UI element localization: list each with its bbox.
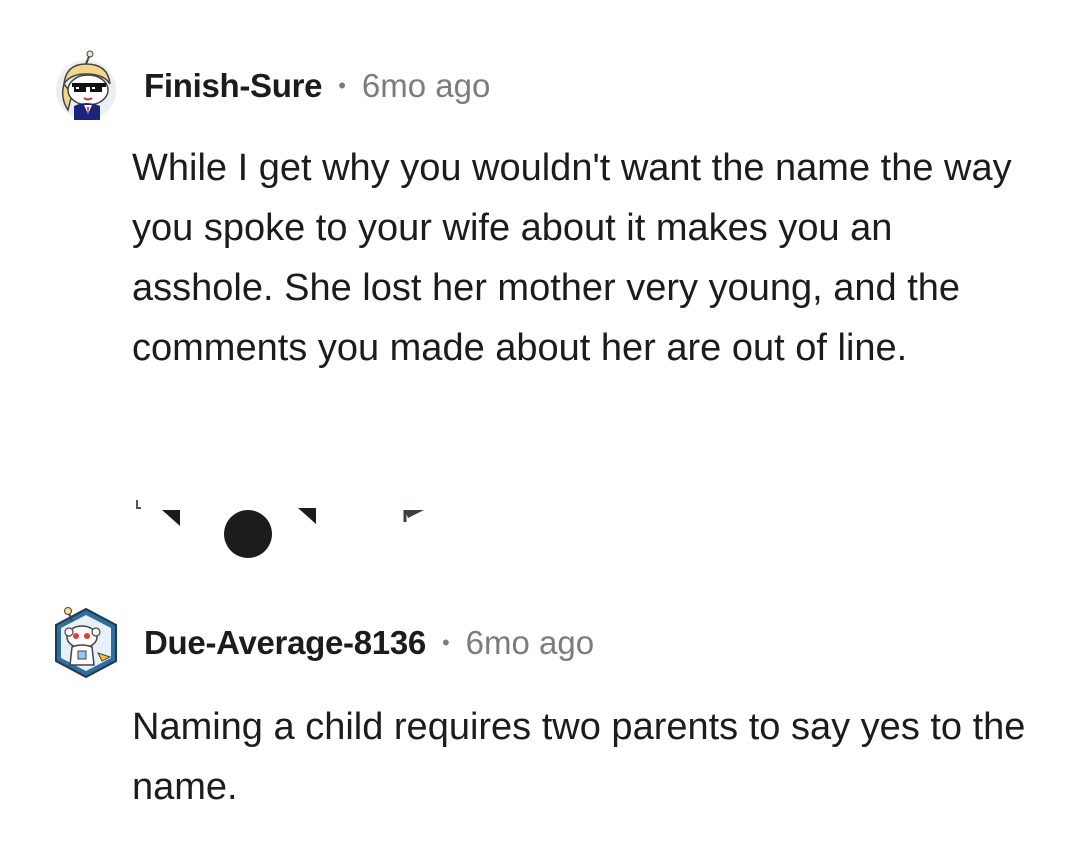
meta-separator: •: [441, 630, 450, 655]
reply-icon[interactable]: [403, 510, 424, 522]
comment-timestamp: 6mo ago: [465, 624, 595, 661]
action-icons: [136, 500, 424, 558]
comment-body: Naming a child requires two parents to s…: [132, 706, 1026, 808]
comment-author[interactable]: Due-Average-8136: [144, 624, 426, 662]
meta-separator: •: [338, 73, 346, 98]
comment-body: While I get why you wouldn't want the na…: [132, 147, 1012, 369]
downvote-icon[interactable]: [224, 508, 316, 558]
snoo-avatar-robot-icon[interactable]: [50, 607, 122, 679]
comment-timestamp: 6mo ago: [361, 67, 491, 104]
snoo-avatar-sunglasses-icon[interactable]: [50, 50, 122, 122]
comment-actions: [132, 496, 452, 560]
comment-header: Due-Average-8136 • 6mo ago: [50, 603, 594, 683]
comment-header: Finish-Sure • 6mo ago: [50, 46, 490, 126]
upvote-icon[interactable]: [136, 500, 180, 526]
comment-author[interactable]: Finish-Sure: [144, 67, 323, 105]
